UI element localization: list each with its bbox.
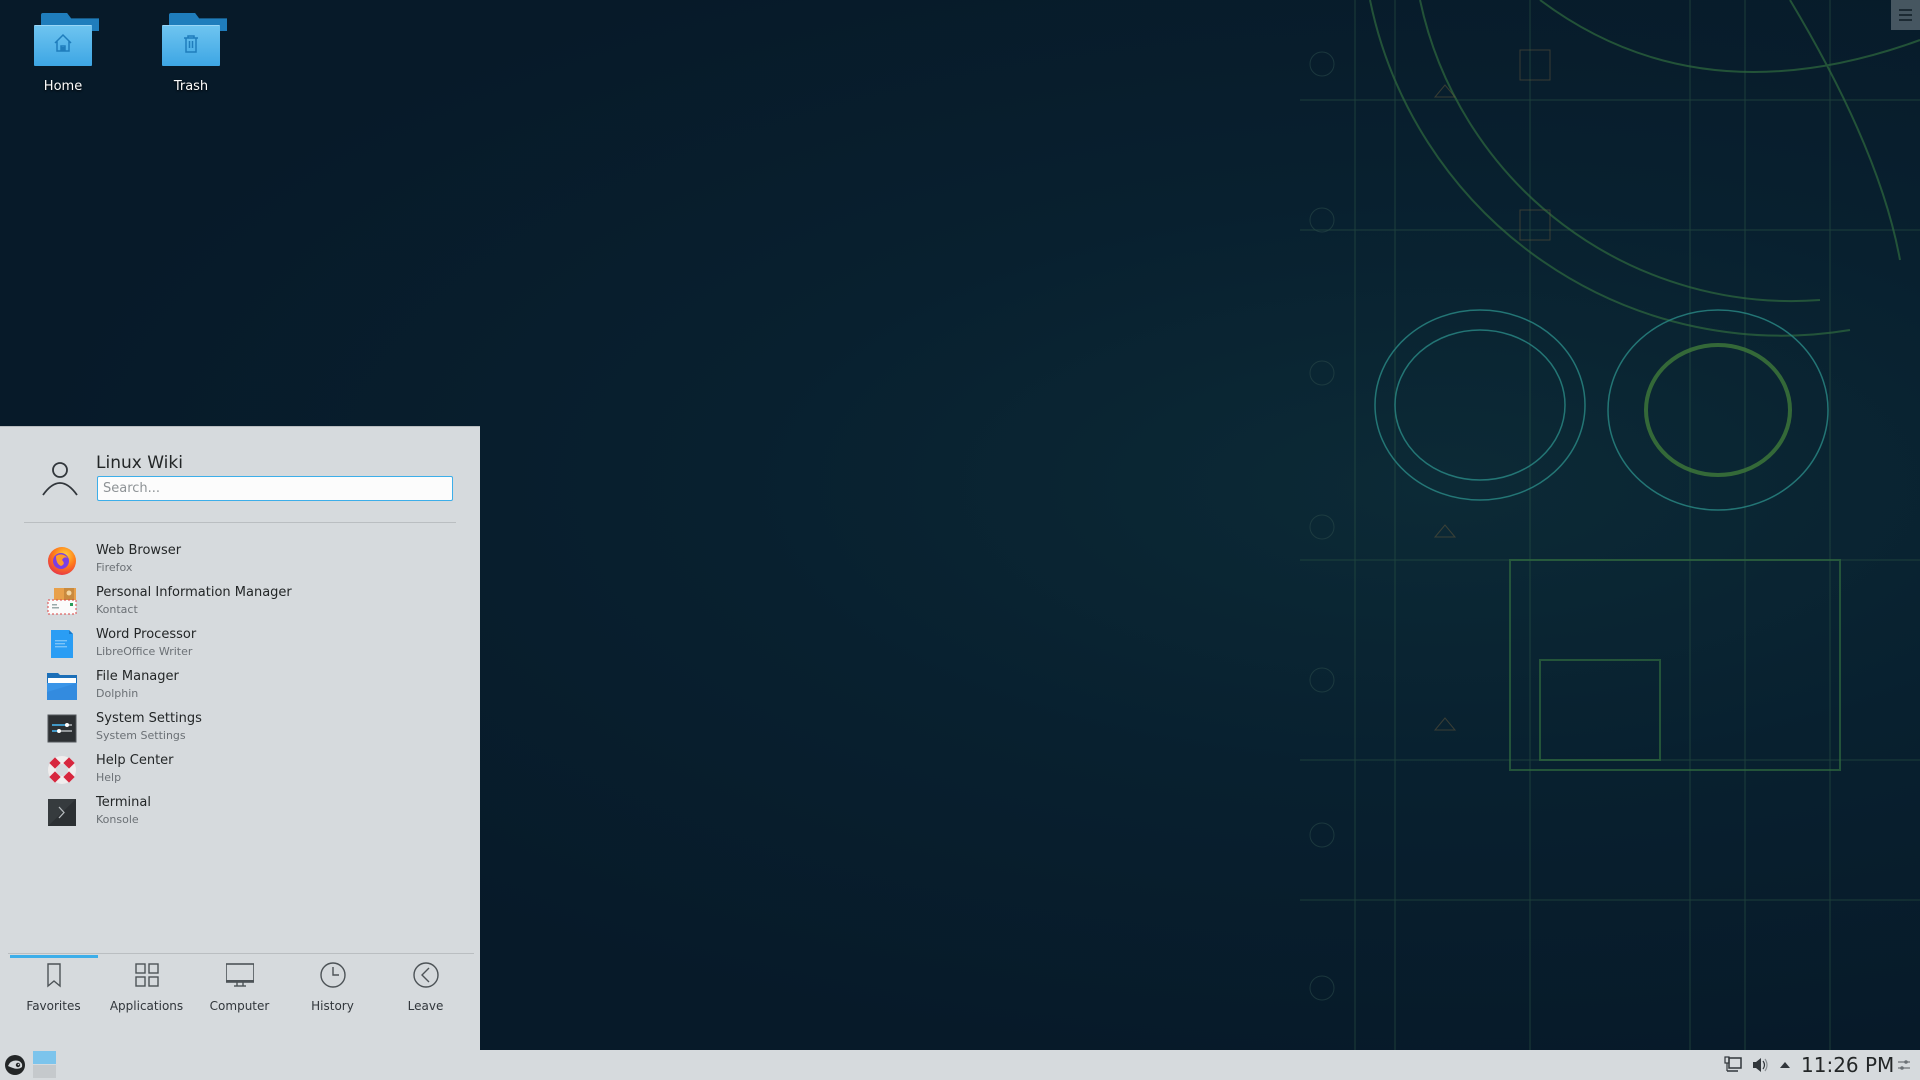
search-input[interactable] bbox=[97, 476, 453, 501]
favorite-item-system-settings[interactable]: System Settings System Settings bbox=[0, 707, 480, 749]
digital-clock[interactable]: 11:26 PM bbox=[1801, 1053, 1894, 1077]
hamburger-icon bbox=[1899, 9, 1912, 24]
app-description: Help bbox=[96, 771, 122, 784]
app-description: Konsole bbox=[96, 813, 139, 826]
favorite-item-web-browser[interactable]: Web Browser Firefox bbox=[0, 539, 480, 581]
application-launcher: Linux Wiki Web Browser Firefox Personal bbox=[0, 426, 480, 1051]
desktop-2[interactable] bbox=[33, 1065, 56, 1078]
terminal-icon bbox=[48, 799, 76, 826]
tab-leave[interactable]: Leave bbox=[379, 961, 472, 1041]
app-description: Dolphin bbox=[96, 687, 139, 700]
user-name: Linux Wiki bbox=[96, 453, 183, 473]
tab-computer[interactable]: Computer bbox=[193, 961, 286, 1041]
favorite-item-help-center[interactable]: Help Center Help bbox=[0, 749, 480, 791]
desktop-icon-trash[interactable]: Trash bbox=[141, 13, 241, 94]
tab-label: Computer bbox=[209, 999, 270, 1013]
application-launcher-button[interactable] bbox=[4, 1054, 26, 1076]
monitor-icon bbox=[225, 963, 254, 987]
active-tab-indicator bbox=[10, 955, 98, 958]
settings-icon bbox=[47, 714, 77, 743]
tab-history[interactable]: History bbox=[286, 961, 379, 1041]
app-description: System Settings bbox=[96, 729, 186, 742]
app-description: LibreOffice Writer bbox=[96, 645, 193, 658]
app-name: Web Browser bbox=[96, 543, 182, 558]
app-name: File Manager bbox=[96, 669, 179, 684]
tab-bar-divider bbox=[8, 953, 474, 954]
launcher-tab-bar: Favorites Applications Computer History … bbox=[0, 961, 480, 1051]
app-description: Kontact bbox=[96, 603, 138, 616]
favorite-item-word-processor[interactable]: Word Processor LibreOffice Writer bbox=[0, 623, 480, 665]
user-avatar-icon[interactable] bbox=[40, 457, 80, 497]
panel-settings-icon[interactable] bbox=[1897, 1058, 1911, 1072]
app-name: System Settings bbox=[96, 711, 202, 726]
favorite-item-personal-information-manager[interactable]: Personal Information Manager Kontact bbox=[0, 581, 480, 623]
tab-label: Applications bbox=[109, 999, 184, 1013]
clock-icon bbox=[319, 962, 346, 988]
grid-icon bbox=[134, 963, 159, 987]
network-icon[interactable] bbox=[1724, 1056, 1742, 1074]
favorite-item-file-manager[interactable]: File Manager Dolphin bbox=[0, 665, 480, 707]
writer-icon bbox=[51, 630, 73, 658]
desktop-icon-label: Trash bbox=[173, 79, 209, 94]
volume-icon[interactable] bbox=[1751, 1056, 1769, 1074]
tab-label: Leave bbox=[407, 999, 444, 1013]
desktop-1[interactable] bbox=[33, 1051, 56, 1064]
home-folder-icon bbox=[34, 13, 99, 66]
help-icon bbox=[48, 756, 76, 784]
favorite-item-terminal[interactable]: Terminal Konsole bbox=[0, 791, 480, 833]
app-name: Help Center bbox=[96, 753, 174, 768]
app-name: Word Processor bbox=[96, 627, 197, 642]
expand-tray-icon[interactable] bbox=[1779, 1059, 1791, 1071]
taskbar-panel: 11:26 PM bbox=[0, 1050, 1920, 1080]
app-name: Terminal bbox=[96, 795, 151, 810]
desktop-toolbox-button[interactable] bbox=[1891, 0, 1920, 30]
desktop-icon-label: Home bbox=[43, 79, 83, 94]
back-arrow-icon bbox=[412, 962, 439, 988]
firefox-icon bbox=[48, 547, 76, 575]
kontact-icon bbox=[47, 588, 77, 615]
tab-applications[interactable]: Applications bbox=[100, 961, 193, 1041]
bookmark-icon bbox=[46, 963, 61, 988]
tab-label: History bbox=[311, 999, 354, 1013]
header-divider bbox=[24, 522, 456, 523]
tab-label: Favorites bbox=[26, 999, 81, 1013]
desktop-icon-home[interactable]: Home bbox=[13, 13, 113, 94]
app-description: Firefox bbox=[96, 561, 133, 574]
trash-folder-icon bbox=[162, 13, 227, 66]
tab-favorites[interactable]: Favorites bbox=[7, 961, 100, 1041]
dolphin-icon bbox=[47, 673, 77, 700]
favorites-list: Web Browser Firefox Personal Information… bbox=[0, 539, 480, 833]
app-name: Personal Information Manager bbox=[96, 585, 292, 600]
virtual-desktop-pager[interactable] bbox=[33, 1051, 56, 1078]
